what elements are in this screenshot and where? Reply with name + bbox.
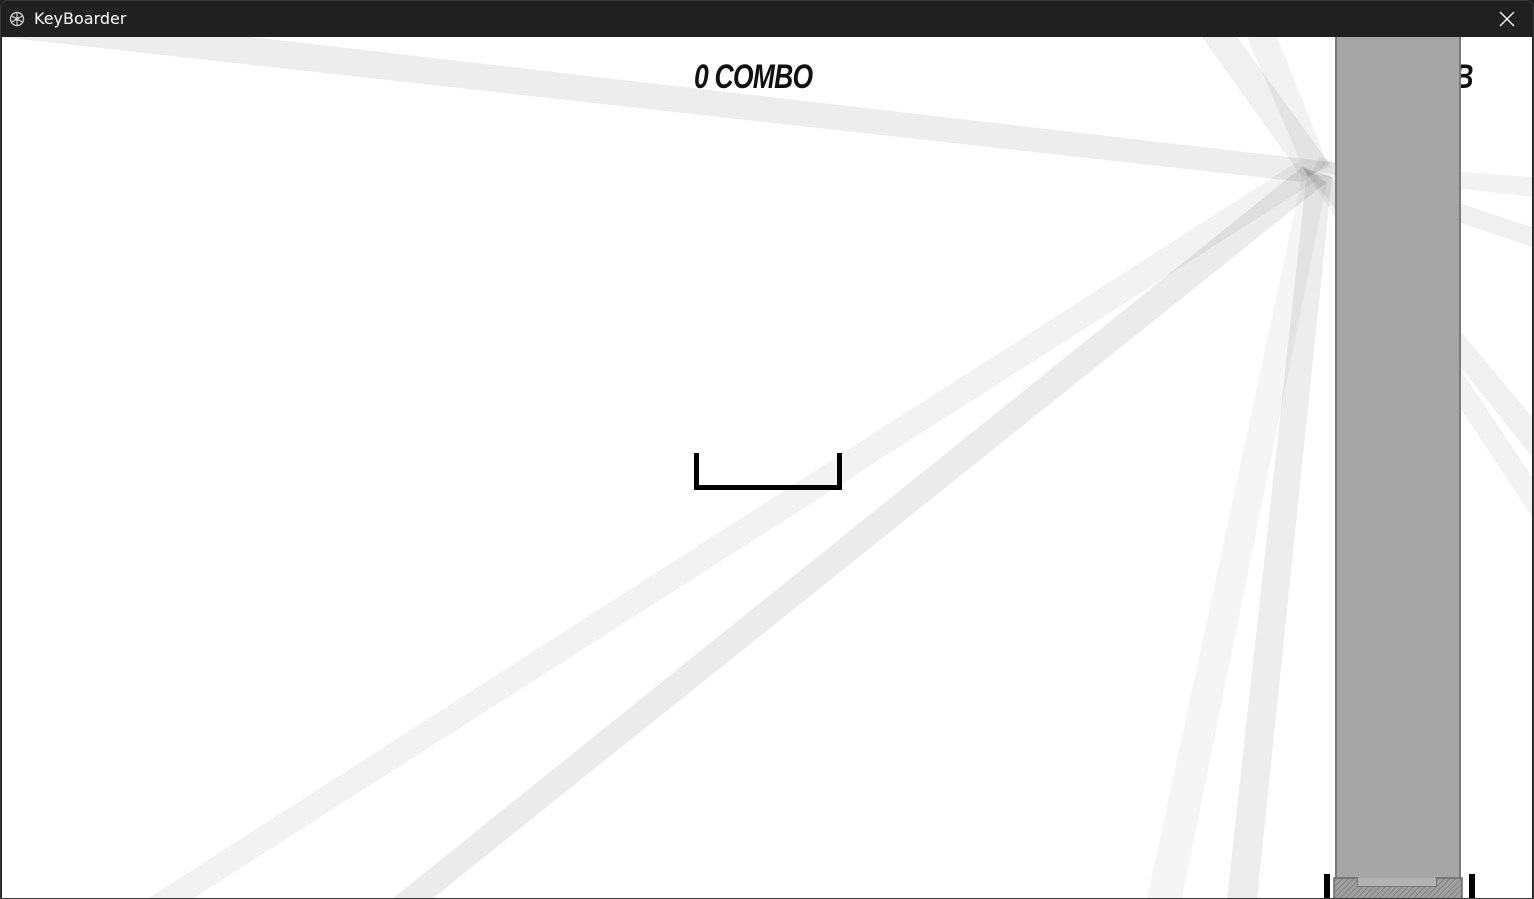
window-title: KeyBoarder: [34, 9, 127, 28]
combo-counter: 0 COMBO: [694, 58, 813, 96]
close-button[interactable]: [1481, 1, 1533, 37]
close-icon: [1499, 11, 1515, 27]
typing-cursor-bracket: [694, 453, 842, 490]
game-canvas[interactable]: 0 COMBO 0KB: [2, 37, 1532, 899]
key-lane-column: [1335, 37, 1461, 898]
light-ray: [582, 167, 1332, 899]
light-ray: [2, 37, 1332, 182]
app-window: KeyBoarder 0 COMBO: [0, 0, 1534, 899]
lane-base-bracket: [1324, 874, 1475, 898]
keyboarder-app-icon: [8, 10, 26, 28]
title-bar[interactable]: KeyBoarder: [1, 1, 1533, 37]
light-ray: [148, 162, 1322, 898]
